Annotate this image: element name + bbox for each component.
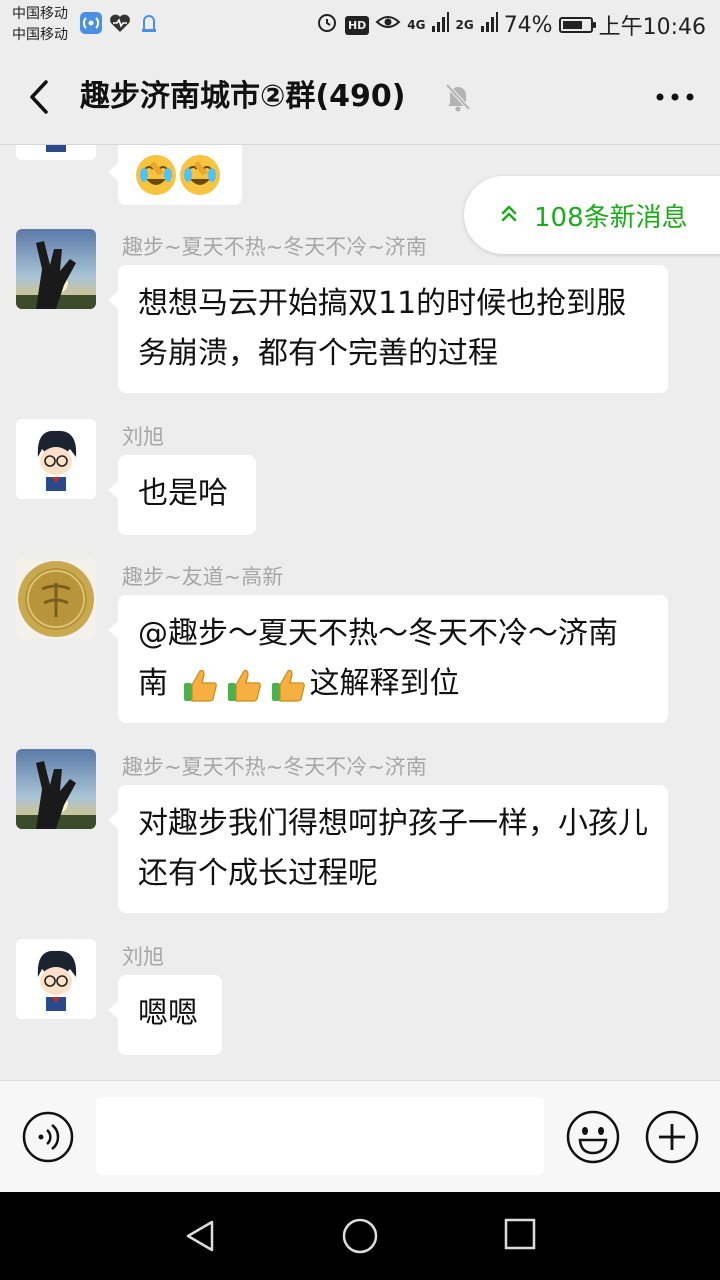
message-line-2: 南 这解释到位 [138,659,648,709]
message-bubble[interactable]: 对趣步我们得想呵护孩子一样，小孩儿还有个成长过程呢 [108,785,668,913]
network-2: 2G [455,18,474,32]
avatar[interactable] [16,419,96,499]
new-messages-label: 108条新消息 [534,202,688,233]
voice-icon[interactable] [22,1111,74,1163]
status-right: HD 4G 2G 74% 上午10:46 [315,9,706,41]
assistant-icon [138,12,160,38]
avatar-conan [16,419,96,499]
avatar-hand-sunset [16,749,96,829]
health-icon [108,12,132,38]
mention-text: @趣步～夏天不热～冬天不冷～济南 [138,616,618,651]
facepalm-laugh-emoji [180,154,220,195]
nav-home-icon[interactable] [340,1216,380,1256]
message-bubble[interactable]: 嗯嗯 [108,975,222,1055]
status-bar: 中国移动 中国移动 HD 4G 2G 74% 上午10:46 [0,0,720,50]
clock: 上午10:46 [598,15,706,40]
carrier-labels: 中国移动 中国移动 [12,4,68,46]
input-bar [0,1080,720,1193]
plus-icon[interactable] [644,1109,700,1165]
avatar[interactable] [16,749,96,829]
sender-name: 刘旭 [122,945,164,969]
chat-header: 趣步济南城市②群(490) [0,50,720,145]
message-bubble[interactable]: 也是哈 [108,455,256,535]
notification-icons [80,12,160,38]
thumbs-up-emoji [224,665,264,705]
message-input[interactable] [96,1097,544,1175]
thumbs-up-emoji [180,665,220,705]
more-icon[interactable] [650,80,700,114]
facepalm-laugh-emoji [136,154,176,195]
message-fragment: 南 [138,666,178,701]
nav-back-icon[interactable] [180,1218,220,1254]
avatar[interactable] [16,939,96,1019]
signal-2-icon [480,12,498,38]
battery-percent: 74% [503,12,553,38]
message-bubble[interactable]: 想想马云开始搞双11的时候也抢到服务崩溃，都有个完善的过程 [108,265,668,393]
sender-name: 趣步~友道~高新 [122,565,284,589]
avatar-conan [16,939,96,1019]
system-nav-bar [0,1192,720,1280]
thumbs-up-emoji [268,665,308,705]
network-1: 4G [407,18,426,32]
nav-recent-icon[interactable] [502,1216,538,1252]
battery-fill [562,21,582,29]
carrier-2: 中国移动 [12,27,68,43]
double-chevron-up-icon [500,200,518,230]
alarm-icon [315,10,339,40]
eye-icon [375,12,401,38]
back-icon[interactable] [20,74,60,120]
sender-name: 趣步~夏天不热~冬天不冷~济南 [122,755,427,779]
carrier-1: 中国移动 [12,6,68,22]
avatar[interactable] [16,145,96,160]
signal-1-icon [431,12,450,38]
avatar-hand-sunset [16,229,96,309]
avatar[interactable] [16,229,96,309]
avatar[interactable] [16,559,96,639]
chat-title: 趣步济南城市②群(490) [80,79,406,114]
message-bubble[interactable]: @趣步～夏天不热～冬天不冷～济南 南 这解释到位 [108,595,668,723]
avatar-conan [16,145,96,160]
message-bubble[interactable] [108,145,242,205]
hd-badge: HD [344,15,370,35]
thumbs-up-group [178,666,310,702]
message-list[interactable]: 趣步~夏天不热~冬天不冷~济南 想想马云开始搞双11的时候也抢到服务崩溃，都有个… [0,145,720,1080]
hotspot-icon [80,12,102,34]
new-messages-button[interactable]: 108条新消息 [464,176,720,254]
mute-bell-icon [444,82,472,112]
emoji-icon[interactable] [565,1109,621,1165]
sender-name: 刘旭 [122,425,164,449]
battery-icon [558,17,596,33]
avatar-gold-coin [16,559,96,639]
message-text-end: 这解释到位 [309,666,460,701]
sender-name: 趣步~夏天不热~冬天不冷~济南 [122,235,427,259]
